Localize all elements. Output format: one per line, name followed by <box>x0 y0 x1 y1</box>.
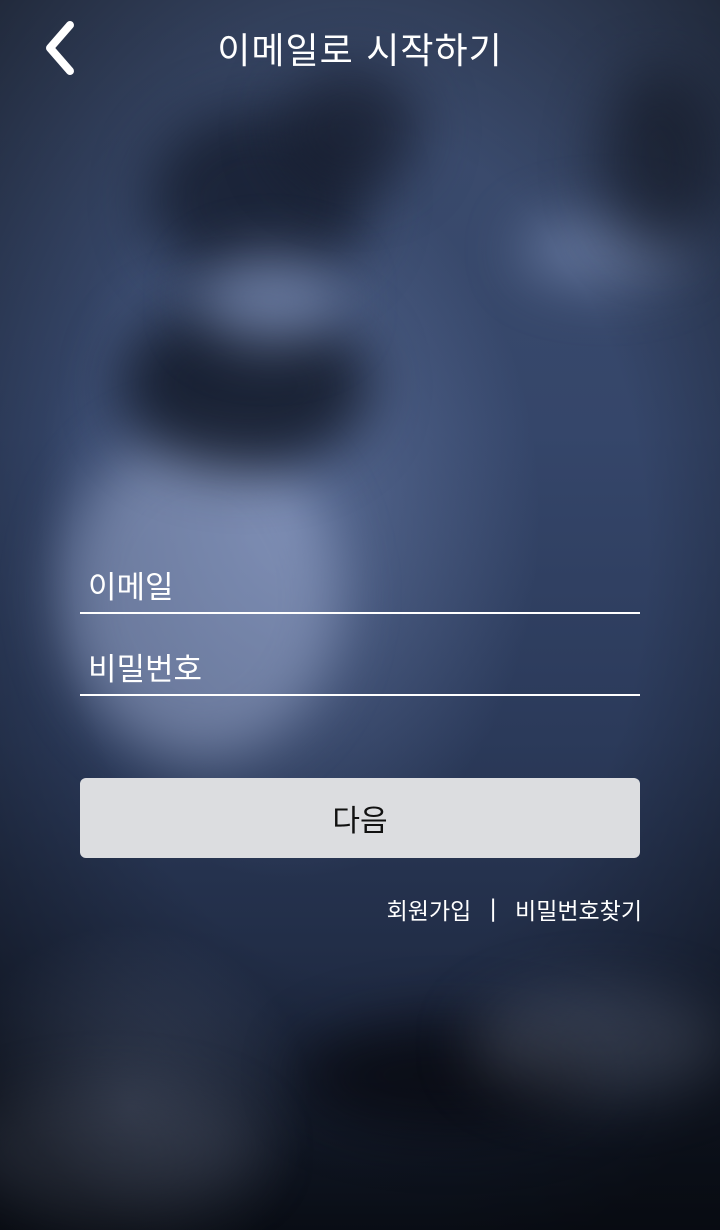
page-title: 이메일로 시작하기 <box>217 31 503 72</box>
background-photo <box>0 0 720 1230</box>
email-input[interactable] <box>88 570 628 606</box>
password-field-container <box>80 644 640 696</box>
password-input[interactable] <box>88 652 628 688</box>
signup-link[interactable]: 회원가입 <box>387 892 472 926</box>
next-button[interactable]: 다음 <box>80 778 640 858</box>
account-links: 회원가입 | 비밀번호찾기 <box>387 892 642 926</box>
email-field-container <box>80 562 640 614</box>
find-password-link[interactable]: 비밀번호찾기 <box>515 892 642 926</box>
header: 이메일로 시작하기 <box>0 0 720 95</box>
link-separator: | <box>489 896 498 922</box>
